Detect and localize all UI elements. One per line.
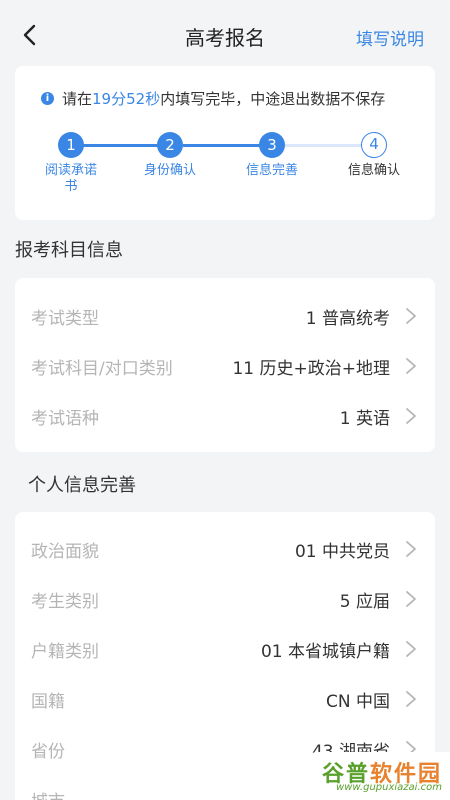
exam-section-title: 报考科目信息 <box>15 240 123 261</box>
row-exam-type[interactable]: 考试类型 1 普高统考 <box>15 291 435 341</box>
step-label: 信息确认 <box>347 163 400 178</box>
row-label: 考生类别 <box>31 592 99 612</box>
step-number: 3 <box>259 132 285 158</box>
row-political-status[interactable]: 政治面貌 01 中共党员 <box>15 524 435 574</box>
step-label: 身份确认 <box>143 163 196 178</box>
watermark-logo: 谷普软件园 www.gupuxiazai.com <box>310 752 450 800</box>
row-nationality[interactable]: 国籍 CN 中国 <box>15 674 435 724</box>
step-number: 2 <box>157 132 183 158</box>
step-4: 4 信息确认 <box>334 132 414 179</box>
row-value: CN 中国 <box>326 692 390 712</box>
notice-prefix: 请在 <box>62 90 93 108</box>
exam-info-card: 考试类型 1 普高统考 考试科目/对口类别 11 历史+政治+地理 考试语种 1… <box>15 278 435 452</box>
row-value: 1 普高统考 <box>305 309 390 329</box>
row-candidate-type[interactable]: 考生类别 5 应届 <box>15 574 435 624</box>
chevron-right-icon <box>405 590 417 608</box>
row-label: 省份 <box>31 742 65 762</box>
step-indicator: 1 阅读承诺书 2 身份确认 3 信息完善 4 信息确认 <box>15 132 435 212</box>
row-label: 考试科目/对口类别 <box>31 359 173 379</box>
row-label: 考试类型 <box>31 309 99 329</box>
row-label: 国籍 <box>31 692 65 712</box>
row-label: 户籍类别 <box>31 642 99 662</box>
row-label: 政治面貌 <box>31 542 99 562</box>
row-label: 城市 <box>31 787 65 800</box>
step-label: 阅读承诺书 <box>44 163 97 194</box>
row-value: 01 中共党员 <box>294 542 390 562</box>
step-number: 1 <box>58 132 84 158</box>
chevron-right-icon <box>405 307 417 325</box>
step-number: 4 <box>361 132 387 158</box>
countdown-time: 19分52秒 <box>92 90 161 108</box>
watermark-url: www.gupuxiazai.com <box>336 782 442 793</box>
row-exam-language[interactable]: 考试语种 1 英语 <box>15 391 435 441</box>
instructions-link[interactable]: 填写说明 <box>356 25 424 50</box>
step-1: 1 阅读承诺书 <box>31 132 111 195</box>
step-2: 2 身份确认 <box>130 132 210 179</box>
chevron-right-icon <box>405 407 417 425</box>
row-household-type[interactable]: 户籍类别 01 本省城镇户籍 <box>15 624 435 674</box>
chevron-right-icon <box>405 690 417 708</box>
info-icon: i <box>41 92 54 105</box>
step-3: 3 信息完善 <box>232 132 312 179</box>
chevron-right-icon <box>405 540 417 558</box>
step-label: 信息完善 <box>245 163 298 178</box>
row-value: 1 英语 <box>339 409 390 429</box>
top-nav-bar: 高考报名 填写说明 <box>0 0 450 68</box>
chevron-right-icon <box>405 357 417 375</box>
row-label: 考试语种 <box>31 409 99 429</box>
row-exam-subjects[interactable]: 考试科目/对口类别 11 历史+政治+地理 <box>15 341 435 391</box>
row-value: 5 应届 <box>339 592 390 612</box>
row-value: 01 本省城镇户籍 <box>260 642 390 662</box>
notice-suffix: 内填写完毕，中途退出数据不保存 <box>160 90 386 108</box>
row-value: 11 历史+政治+地理 <box>232 359 390 379</box>
chevron-right-icon <box>405 640 417 658</box>
timer-notice: i 请在 19分52秒 内填写完毕，中途退出数据不保存 <box>41 88 385 109</box>
personal-section-title: 个人信息完善 <box>28 475 136 496</box>
progress-card: i 请在 19分52秒 内填写完毕，中途退出数据不保存 1 阅读承诺书 2 身份确认… <box>15 66 435 220</box>
